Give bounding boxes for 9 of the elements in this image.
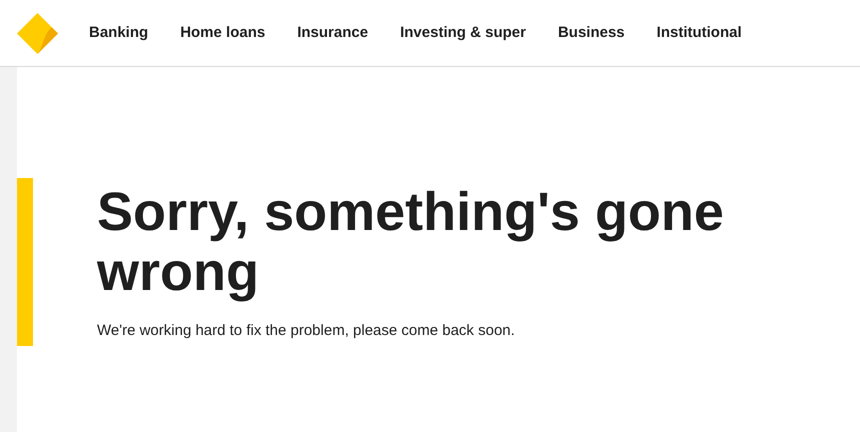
error-message: We're working hard to fix the problem, please come back soon. bbox=[97, 321, 516, 341]
nav-link[interactable]: Banking bbox=[89, 22, 148, 44]
nav-link[interactable]: Home loans bbox=[180, 22, 266, 44]
nav-link[interactable]: Institutional bbox=[656, 22, 742, 44]
nav-link[interactable]: Business bbox=[558, 22, 625, 44]
logo-icon[interactable] bbox=[17, 12, 58, 54]
nav-link[interactable]: Investing & super bbox=[400, 22, 526, 44]
nav-link[interactable]: Insurance bbox=[297, 22, 368, 44]
error-heading: Sorry, something's gone wrong bbox=[97, 182, 725, 302]
